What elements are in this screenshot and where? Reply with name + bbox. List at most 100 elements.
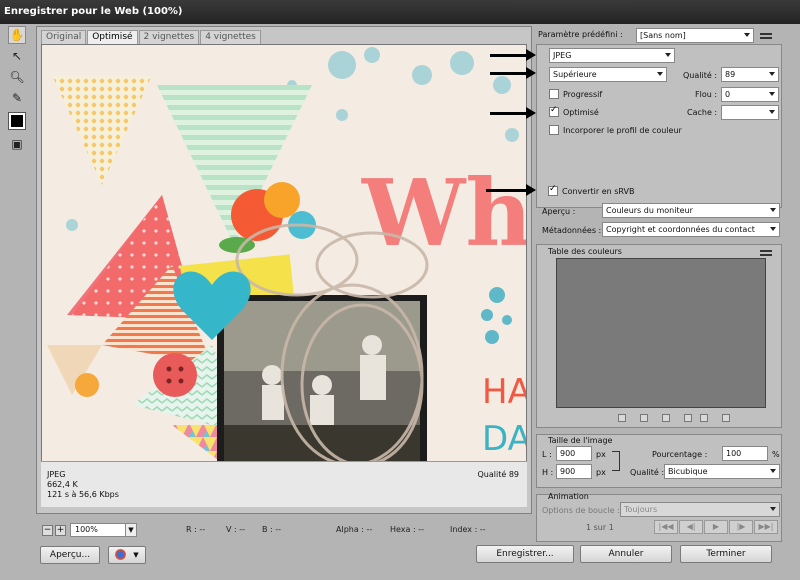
status-b: B : -- xyxy=(262,525,282,534)
preset-value: [Sans nom] xyxy=(640,31,686,40)
matte-field[interactable] xyxy=(721,105,779,120)
zoom-icon[interactable]: 🔍︎ xyxy=(8,68,26,86)
tools-panel: ✋ ↖ 🔍︎ ✎ ▣ xyxy=(8,26,28,156)
zoom-level-field[interactable]: 100% xyxy=(70,523,126,537)
web-snap-icon[interactable] xyxy=(640,414,648,422)
annotation-arrow-format xyxy=(490,49,536,61)
add-color-icon[interactable] xyxy=(684,414,692,422)
cancel-button[interactable]: Annuler xyxy=(580,545,672,563)
play-button[interactable]: ▶ xyxy=(704,520,728,534)
eyedropper-icon[interactable]: ✎ xyxy=(8,89,26,107)
loop-label: Options de boucle : xyxy=(542,506,620,515)
color-table-menu-icon[interactable] xyxy=(760,250,772,256)
browser-select-button[interactable]: ▼ xyxy=(108,546,146,564)
link-icon[interactable] xyxy=(612,451,620,471)
eyedropper-color-swatch[interactable] xyxy=(8,112,26,130)
tab-optimized[interactable]: Optimisé xyxy=(87,30,138,44)
width-unit: px xyxy=(596,450,606,459)
save-button[interactable]: Enregistrer... xyxy=(476,545,574,563)
quality-label: Qualité : xyxy=(683,71,718,80)
annotation-arrow-quality xyxy=(490,67,536,79)
tab-4-up[interactable]: 4 vignettes xyxy=(200,30,261,44)
height-field[interactable]: 900 xyxy=(556,464,592,479)
matte-label: Cache : xyxy=(687,108,718,117)
hand-icon[interactable]: ✋ xyxy=(8,26,26,44)
preview-color-dropdown[interactable]: Couleurs du moniteur xyxy=(602,203,780,218)
preview-label: Aperçu : xyxy=(542,207,576,216)
optimized-label: Optimisé xyxy=(563,108,599,117)
percent-unit: % xyxy=(772,450,780,459)
previous-frame-button[interactable]: ◀| xyxy=(679,520,703,534)
color-table-swatches[interactable] xyxy=(556,258,766,408)
status-hexa: Hexa : -- xyxy=(390,525,424,534)
preview-word-bottom-1: HA xyxy=(482,372,527,412)
loop-value: Toujours xyxy=(624,505,658,514)
percent-field[interactable]: 100 xyxy=(722,446,768,461)
preview-word-top: Wha xyxy=(361,159,527,267)
info-format: JPEG xyxy=(47,470,66,479)
status-r: R : -- xyxy=(186,525,206,534)
height-label: H : xyxy=(542,468,554,477)
blur-field[interactable]: 0 xyxy=(721,87,779,102)
format-dropdown[interactable]: JPEG xyxy=(549,48,675,63)
preview-color-value: Couleurs du moniteur xyxy=(606,206,693,215)
chevron-down-icon: ▼ xyxy=(133,551,139,559)
slice-select-icon[interactable]: ↖ xyxy=(8,47,26,65)
blur-label: Flou : xyxy=(695,90,718,99)
embed-profile-label: Incorporer le profil de couleur xyxy=(563,126,682,135)
frame-counter: 1 sur 1 xyxy=(586,523,614,532)
image-size-title: Taille de l'image xyxy=(548,436,613,445)
animation-title: Animation xyxy=(548,492,589,501)
tab-2-up[interactable]: 2 vignettes xyxy=(138,30,200,44)
embed-profile-checkbox[interactable] xyxy=(549,125,559,135)
tab-original[interactable]: Original xyxy=(41,30,87,44)
metadata-value: Copyright et coordonnées du contact xyxy=(606,225,755,234)
status-bar: − + 100% ▼ R : -- V : -- B : -- Alpha : … xyxy=(36,520,532,540)
quality-value: 89 xyxy=(725,70,736,79)
zoom-in-button[interactable]: + xyxy=(55,525,66,536)
quality-level-dropdown[interactable]: Supérieure xyxy=(549,67,667,82)
progressive-label: Progressif xyxy=(563,90,603,99)
save-for-web-dialog: Enregistrer pour le Web (100%) ✋ ↖ 🔍︎ ✎ … xyxy=(0,0,800,580)
optimized-checkbox[interactable] xyxy=(549,105,559,117)
info-quality: Qualité 89 xyxy=(477,470,520,479)
loop-dropdown[interactable]: Toujours xyxy=(620,502,780,517)
scrapbook-artwork: Wha xyxy=(42,45,527,467)
quality-level-value: Supérieure xyxy=(553,70,597,79)
first-frame-button[interactable]: |◀◀ xyxy=(654,520,678,534)
preset-label: Paramètre prédéfini : xyxy=(538,30,623,39)
last-frame-button[interactable]: ▶▶| xyxy=(754,520,778,534)
width-field[interactable]: 900 xyxy=(556,446,592,461)
settings-menu-icon[interactable] xyxy=(760,33,772,39)
status-alpha: Alpha : -- xyxy=(336,525,373,534)
browser-icon xyxy=(115,549,127,560)
metadata-dropdown[interactable]: Copyright et coordonnées du contact xyxy=(602,222,780,237)
done-button[interactable]: Terminer xyxy=(680,545,772,563)
progressive-checkbox[interactable] xyxy=(549,89,559,99)
resample-dropdown[interactable]: Bicubique xyxy=(664,464,780,479)
zoom-dropdown[interactable]: ▼ xyxy=(125,523,137,537)
color-table-title: Table des couleurs xyxy=(548,247,622,256)
info-time: 121 s à 56,6 Kbps xyxy=(47,490,119,499)
next-frame-button[interactable]: |▶ xyxy=(729,520,753,534)
new-color-icon[interactable] xyxy=(700,414,708,422)
preview-image[interactable]: Wha xyxy=(41,44,527,496)
status-index: Index : -- xyxy=(450,525,486,534)
delete-color-icon[interactable] xyxy=(722,414,730,422)
zoom-out-button[interactable]: − xyxy=(42,525,53,536)
preview-browser-button[interactable]: Aperçu... xyxy=(40,546,100,564)
quality-field[interactable]: 89 xyxy=(721,67,779,82)
height-unit: px xyxy=(596,468,606,477)
settings-panel: Paramètre prédéfini : [Sans nom] JPEG Su… xyxy=(486,26,794,546)
convert-srgb-checkbox[interactable] xyxy=(548,184,558,196)
map-color-icon[interactable] xyxy=(618,414,626,422)
resample-label: Qualité : xyxy=(630,468,665,477)
status-v: V : -- xyxy=(226,525,246,534)
preview-tabs: Original Optimisé 2 vignettes 4 vignette… xyxy=(41,30,262,44)
preview-panel: Original Optimisé 2 vignettes 4 vignette… xyxy=(36,26,532,514)
optimization-settings-group: JPEG Supérieure Qualité : 89 Progressif … xyxy=(536,44,782,208)
toggle-slices-icon[interactable]: ▣ xyxy=(8,135,26,153)
format-value: JPEG xyxy=(553,51,572,60)
lock-color-icon[interactable] xyxy=(662,414,670,422)
preset-dropdown[interactable]: [Sans nom] xyxy=(636,28,754,43)
